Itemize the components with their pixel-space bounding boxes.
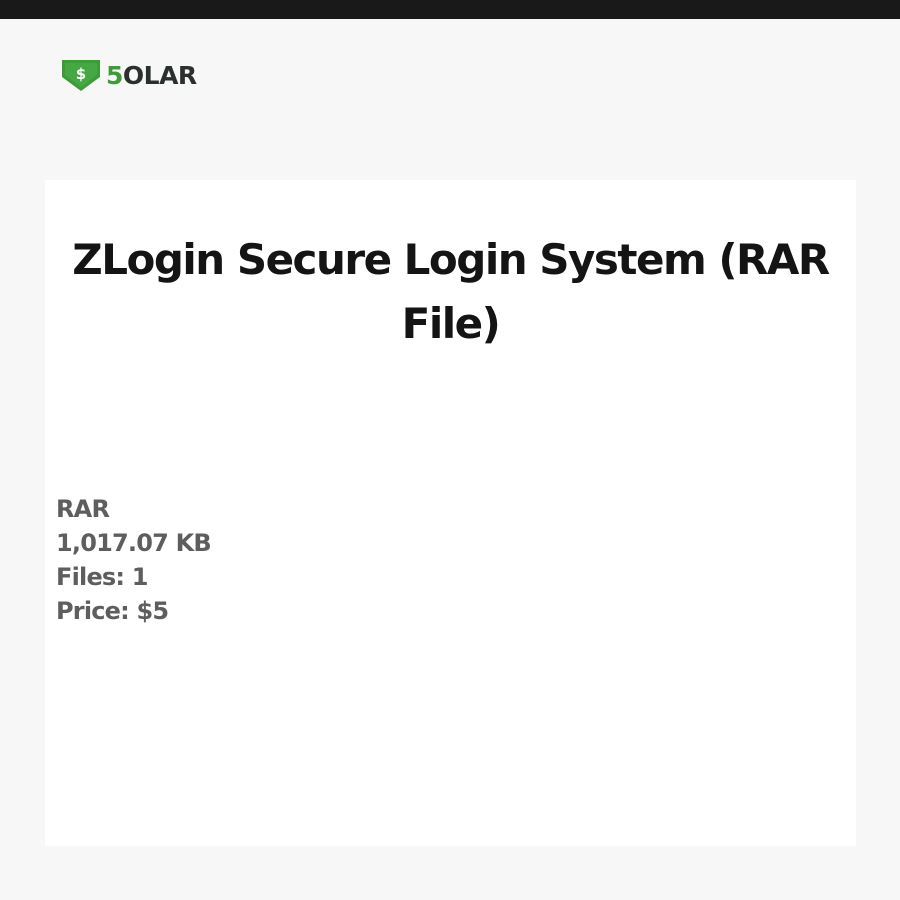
product-title: ZLogin Secure Login System (RAR File) xyxy=(72,235,830,348)
file-count: Files: 1 xyxy=(56,563,148,591)
product-details: RAR 1,017.07 KB Files: 1 Price: $5 xyxy=(56,492,212,628)
dollar-tag-arrow-icon: $ xyxy=(62,60,100,91)
top-bar xyxy=(0,0,900,19)
price: Price: $5 xyxy=(56,597,169,625)
logo-five: 5 xyxy=(106,60,123,90)
logo-wordmark: 5 OLAR xyxy=(106,63,197,88)
logo-word: OLAR xyxy=(122,60,197,90)
product-card: ZLogin Secure Login System (RAR File) RA… xyxy=(45,180,856,846)
file-size: 1,017.07 KB xyxy=(56,529,212,557)
logo-dollar-sign: $ xyxy=(76,65,86,83)
file-format: RAR xyxy=(56,495,110,523)
site-logo[interactable]: $ 5 OLAR xyxy=(59,56,197,94)
